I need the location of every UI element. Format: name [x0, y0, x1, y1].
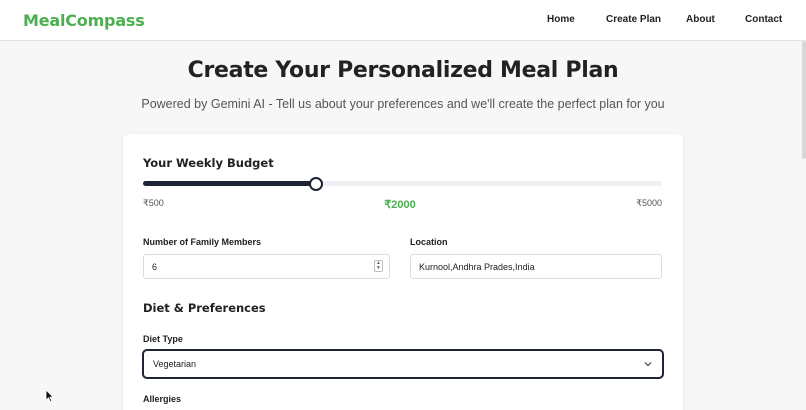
stepper-down-icon[interactable]: ▼ — [376, 266, 381, 271]
family-members-value: 6 — [152, 261, 158, 272]
allergies-label: Allergies — [143, 394, 182, 404]
meal-plan-form-card: Your Weekly Budget ₹500 ₹2000 ₹5000 Numb… — [123, 134, 683, 410]
chevron-down-icon — [644, 362, 652, 367]
nav-link-home[interactable]: Home — [547, 14, 575, 25]
family-members-stepper[interactable]: ▲ ▼ — [374, 260, 383, 272]
page-title: Create Your Personalized Meal Plan — [187, 58, 619, 83]
budget-slider[interactable] — [143, 176, 662, 191]
brand-logo[interactable]: MealCompass — [23, 11, 145, 30]
budget-slider-fill — [143, 181, 316, 186]
family-members-label: Number of Family Members — [143, 237, 262, 247]
page-subtitle: Powered by Gemini AI - Tell us about you… — [141, 97, 665, 111]
top-navbar: MealCompass Home Create Plan About Conta… — [0, 0, 806, 41]
budget-value-label: ₹2000 — [384, 199, 416, 211]
diet-type-select[interactable]: Vegetarian — [142, 349, 664, 379]
mouse-cursor-icon — [45, 389, 55, 403]
nav-link-create-plan[interactable]: Create Plan — [606, 14, 661, 25]
location-input[interactable]: Kurnool,Andhra Prades,India — [410, 254, 662, 279]
diet-type-value: Vegetarian — [153, 359, 197, 369]
location-value: Kurnool,Andhra Prades,India — [419, 261, 535, 272]
diet-type-label: Diet Type — [143, 334, 183, 344]
diet-preferences-heading: Diet & Preferences — [143, 301, 266, 315]
budget-slider-thumb[interactable] — [309, 176, 323, 191]
budget-heading: Your Weekly Budget — [143, 156, 274, 170]
family-members-input[interactable]: 6 ▲ ▼ — [143, 254, 390, 279]
nav-link-contact[interactable]: Contact — [745, 14, 782, 25]
nav-link-about[interactable]: About — [686, 14, 715, 25]
budget-max-label: ₹5000 — [636, 198, 662, 208]
location-label: Location — [410, 237, 448, 247]
